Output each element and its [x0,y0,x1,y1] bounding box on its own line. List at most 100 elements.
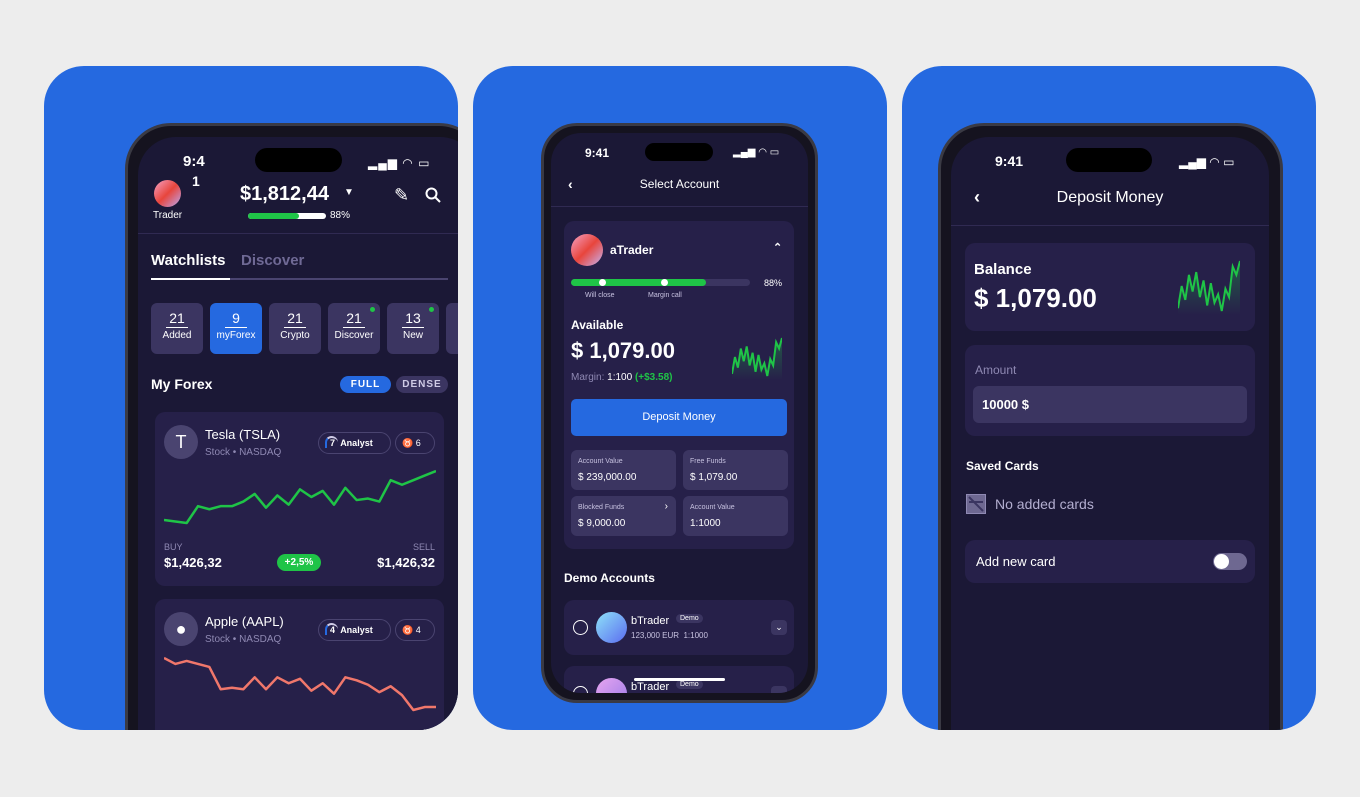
select-account-panel: 9:41 ▂▄▆ ◠ ▭ ‹ Select Account aTrader ⌃ … [473,66,887,730]
view-full-button[interactable]: FULL [340,376,391,393]
divider [551,206,808,207]
no-cards-text: No added cards [995,496,1094,512]
price-sparkline [164,656,436,712]
demo-account-name: bTrader [631,615,670,627]
asset-type: Stock [205,634,231,645]
tab-discover[interactable]: Discover [241,252,304,269]
status-time: 9:41 [995,153,1024,169]
watchlist-count: 21 [346,310,362,326]
asset-exchange: NASDAQ [239,634,282,645]
bull-count: 6 [415,438,421,448]
deposit-money-button[interactable]: Deposit Money [571,399,787,436]
demo-badge: Demo [676,680,703,689]
bull-badge[interactable]: ♉ 4 [395,619,435,641]
price-line [164,469,436,525]
avatar[interactable] [154,180,181,207]
asset-name: Apple (AAPL) [205,614,284,629]
asset-card[interactable]: ● Apple (AAPL) Stock • NASDAQ 4 Analyst … [155,599,444,730]
chevron-down-icon[interactable]: ⌄ [771,686,787,693]
margin-pct: 88% [764,278,783,288]
buy-price[interactable]: $1,426,32 [164,555,222,570]
home-indicator [634,678,725,681]
tab-track [151,278,448,280]
balance[interactable]: $1,812,44 [240,183,329,206]
divider [138,233,458,234]
margin-value: 1:100 [607,372,633,383]
watchlist-label: New [402,330,423,341]
watchlist-crypto[interactable]: 21 Crypto [269,303,321,354]
available-label: Available [571,318,624,332]
stat-value: $ 1,079.00 [690,472,738,483]
avatar-label: Trader [153,210,183,221]
amount-card: Amount 10000 $ [965,345,1255,436]
chevron-down-icon[interactable]: ▼ [344,187,354,198]
new-dot [429,307,434,312]
avatar [571,234,603,266]
add-card-row[interactable]: Add new card [965,540,1255,583]
bull-badge[interactable]: ♉ 6 [395,432,435,454]
deposit-panel: 9:41 ▂▄▆ ◠ ▭ ‹ Deposit Money Balance $ 1… [902,66,1316,730]
chevron-up-icon[interactable]: ⌃ [773,241,782,254]
stat-tile[interactable]: Blocked Funds $ 9,000.00 › [571,496,676,536]
analyst-badge[interactable]: 4 Analyst [318,619,391,641]
tab-watchlists[interactable]: Watchlists [151,252,225,269]
watchlist-panel: 9:4 1 ▂▄▆ ◠ ▭ Trader $1,812,44 ▼ 88% ✎ W… [44,66,458,730]
demo-badge: Demo [676,614,703,623]
stat-label: Account Value [578,458,623,465]
stat-label: Free Funds [690,458,726,465]
stat-value: 1:1000 [690,518,721,529]
demo-balance: 123,000 EUR [631,631,680,640]
avatar [596,678,627,693]
section-title: My Forex [151,376,213,392]
watchlist-c[interactable]: C [446,303,458,354]
stat-tile: Account Value $ 239,000.00 [571,450,676,490]
tesla-logo-icon: T [164,425,198,459]
watchlist-myforex[interactable]: 9 myForex [210,303,262,354]
watchlist-count: 9 [232,310,240,326]
pencil-icon[interactable]: ✎ [394,185,409,206]
asset-card[interactable]: T Tesla (TSLA) Stock • NASDAQ 7 Analyst … [155,412,444,586]
watchlist-label: Crypto [280,330,310,341]
watchlist-discover[interactable]: 21 Discover [328,303,380,354]
available-amount: $ 1,079.00 [571,338,675,363]
view-dense-button[interactable]: DENSE [396,376,448,393]
balance-card: Balance $ 1,079.00 [965,243,1255,331]
watchlist-count: 21 [287,310,303,326]
watchlist-label: Added [162,330,192,341]
watchlist-added[interactable]: 21 Added [151,303,203,354]
apple-logo-icon: ● [164,612,198,646]
watchlist-count: 21 [169,310,185,326]
bull-icon: ♉ [402,438,414,448]
status-time: 9:4 [183,153,205,170]
search-icon[interactable] [425,187,441,203]
stat-label: Blocked Funds [578,504,625,511]
asset-name: Tesla (TSLA) [205,427,281,442]
watchlist-new[interactable]: 13 New [387,303,439,354]
status-time: 9:41 [585,146,610,160]
balance-sparkline [732,337,782,380]
bull-count: 4 [415,625,421,635]
sell-price[interactable]: $1,426,32 [377,555,435,570]
add-card-toggle[interactable] [1213,553,1247,570]
demo-leverage: 1:1000 [683,631,708,640]
demo-account-row[interactable]: bTrader Demo 123,000 EUR 1:1000 ⌄ [564,600,794,655]
chevron-right-icon: › [664,501,668,512]
watchlist-count: 13 [405,310,421,326]
amount-input[interactable]: 10000 $ [973,386,1247,423]
dynamic-island [1066,148,1152,172]
stat-value: $ 9,000.00 [578,518,626,529]
amount-label: Amount [975,363,1017,377]
margin-bar [571,279,750,286]
margin-pct: 88% [330,210,351,221]
stat-label: Account Value [690,504,735,511]
status-icons: ▂▄▆ ◠ ▭ [1179,155,1235,169]
radio-button[interactable] [573,686,588,693]
chevron-down-icon[interactable]: ⌄ [771,620,787,635]
margin-label: Margin: [571,372,605,383]
watchlist-label: myForex [216,330,256,341]
radio-button[interactable] [573,620,588,635]
stat-tile: Free Funds $ 1,079.00 [683,450,788,490]
page-title: Select Account [639,177,720,191]
divider [951,225,1269,226]
analyst-badge[interactable]: 7 Analyst [318,432,391,454]
